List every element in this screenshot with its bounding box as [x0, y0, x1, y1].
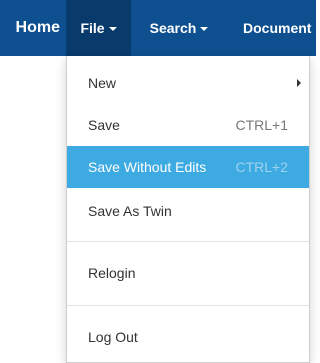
menu-item-label: Save — [88, 117, 120, 133]
menu-item-save[interactable]: Save CTRL+1 — [67, 104, 309, 146]
menu-item-label: Save As Twin — [88, 203, 172, 219]
caret-down-icon — [200, 27, 209, 31]
nav-document-label: Document — [243, 20, 312, 36]
menu-item-label: New — [88, 75, 117, 91]
menu-divider — [67, 241, 309, 242]
top-navbar: Home File Search Document — [0, 0, 316, 56]
nav-search-label: Search — [149, 20, 197, 36]
nav-file-menu[interactable]: File — [66, 0, 131, 56]
menu-item-label: Log Out — [88, 329, 138, 345]
menu-item-save-without-edits[interactable]: Save Without Edits CTRL+2 — [67, 146, 309, 188]
nav-document-menu[interactable]: Document — [227, 0, 320, 56]
menu-item-label: Relogin — [88, 265, 136, 281]
menu-item-shortcut: CTRL+1 — [235, 117, 288, 133]
menu-item-save-as-twin[interactable]: Save As Twin — [67, 190, 309, 232]
menu-item-label: Save Without Edits — [88, 159, 207, 175]
menu-divider — [67, 305, 309, 306]
caret-down-icon — [108, 27, 117, 31]
menu-item-shortcut: CTRL+2 — [235, 159, 288, 175]
nav-file-label: File — [80, 20, 105, 36]
nav-home-label: Home — [15, 19, 60, 36]
nav-home[interactable]: Home — [0, 0, 60, 56]
menu-item-relogin[interactable]: Relogin — [67, 252, 309, 294]
file-dropdown-menu: New Save CTRL+1 Save Without Edits CTRL+… — [66, 56, 310, 363]
submenu-arrow-icon — [297, 79, 301, 87]
nav-search-menu[interactable]: Search — [139, 0, 219, 56]
menu-item-log-out[interactable]: Log Out — [67, 316, 309, 358]
menu-item-new[interactable]: New — [67, 62, 309, 104]
